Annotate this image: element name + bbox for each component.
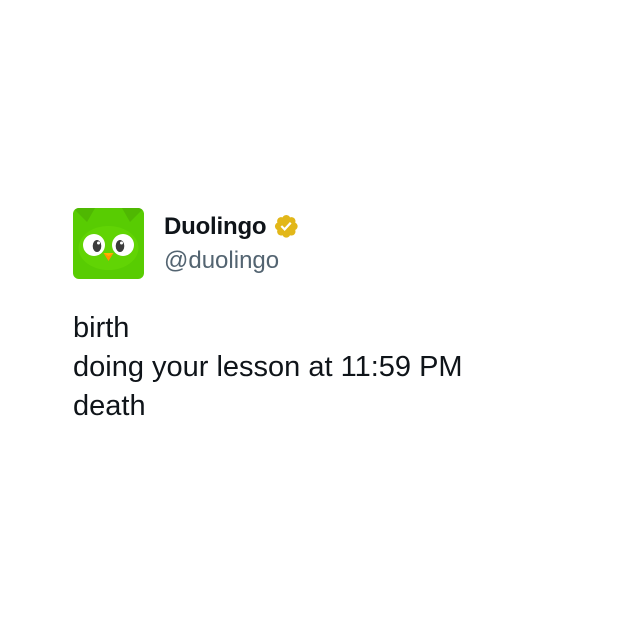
tweet-line: birth	[73, 312, 130, 344]
account-handle[interactable]: @duolingo	[164, 244, 279, 278]
gold-verified-badge-icon[interactable]	[273, 213, 302, 242]
tweet-text: birth doing your lesson at 11:59 PM deat…	[73, 309, 613, 426]
duolingo-owl-avatar-icon[interactable]	[73, 208, 144, 279]
author-name-row: Duolingo	[164, 210, 302, 244]
display-name[interactable]: Duolingo	[164, 210, 267, 244]
tweet-line: death	[73, 390, 146, 422]
tweet-card: Duolingo @duolingo birth doing your less…	[0, 0, 640, 640]
tweet-line: doing your lesson at 11:59 PM	[73, 351, 463, 383]
